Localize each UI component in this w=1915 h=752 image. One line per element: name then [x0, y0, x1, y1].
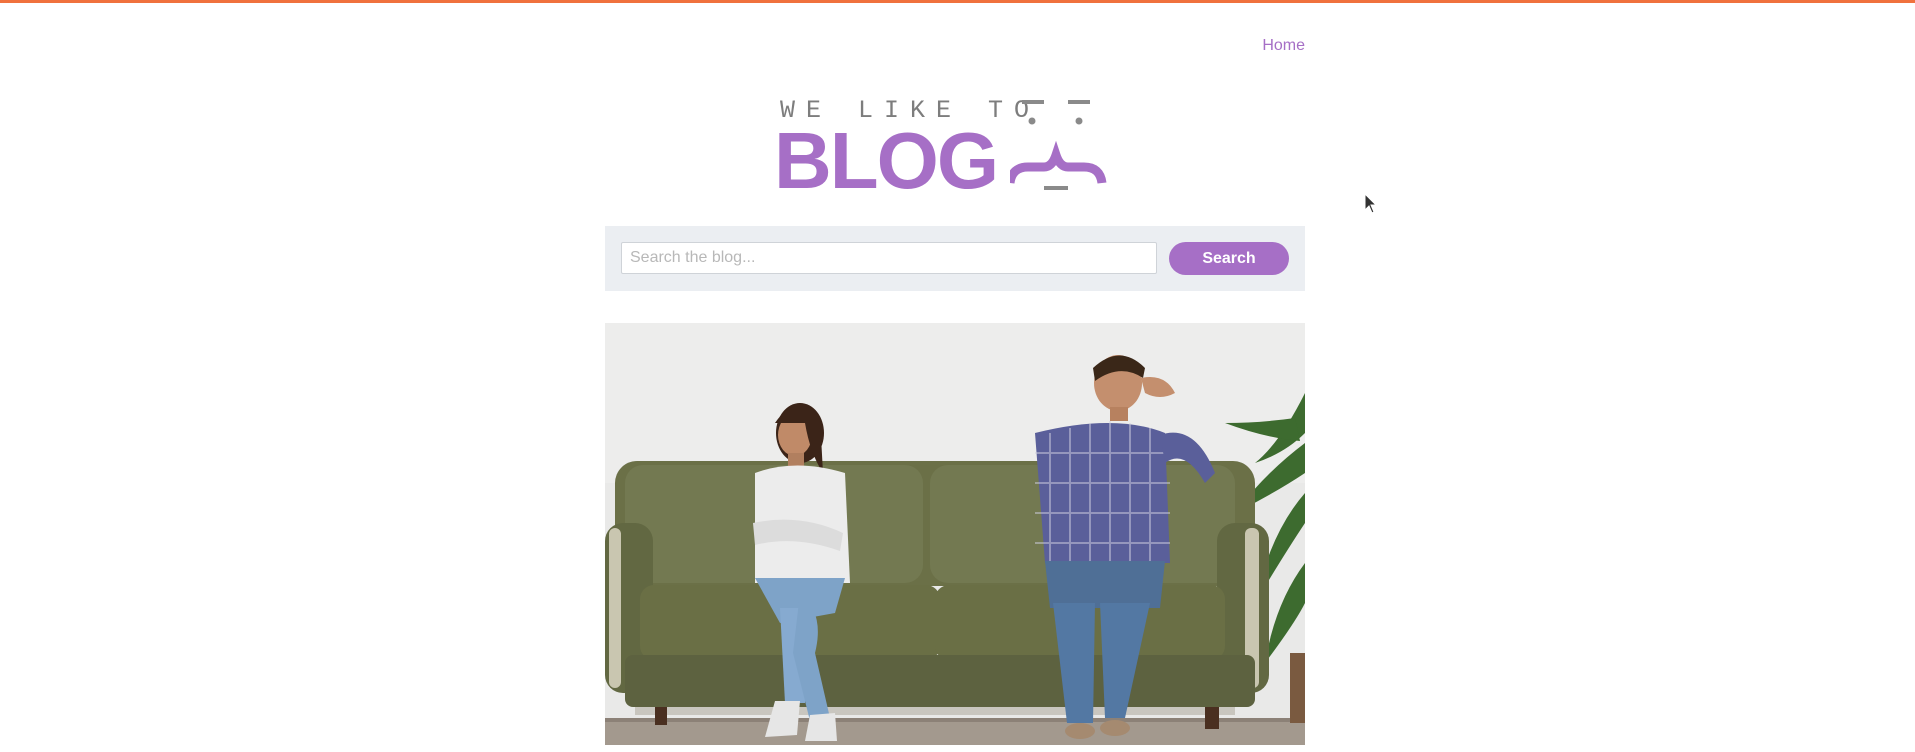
search-input[interactable]	[621, 242, 1157, 274]
search-button[interactable]: Search	[1169, 242, 1289, 275]
hero-photo-illustration	[605, 323, 1305, 745]
logo-word: BLOG	[774, 116, 999, 205]
logo-face-icon	[1010, 100, 1107, 190]
site-logo[interactable]: WE LIKE TO BLOG	[605, 90, 1305, 205]
nav-home-link[interactable]: Home	[1262, 37, 1305, 54]
hero-image	[605, 323, 1305, 745]
mouse-cursor-icon	[1364, 193, 1378, 214]
page-container: Home WE LIKE TO BLOG Search	[605, 0, 1305, 752]
search-panel: Search	[605, 226, 1305, 291]
top-nav: Home	[1262, 37, 1305, 55]
